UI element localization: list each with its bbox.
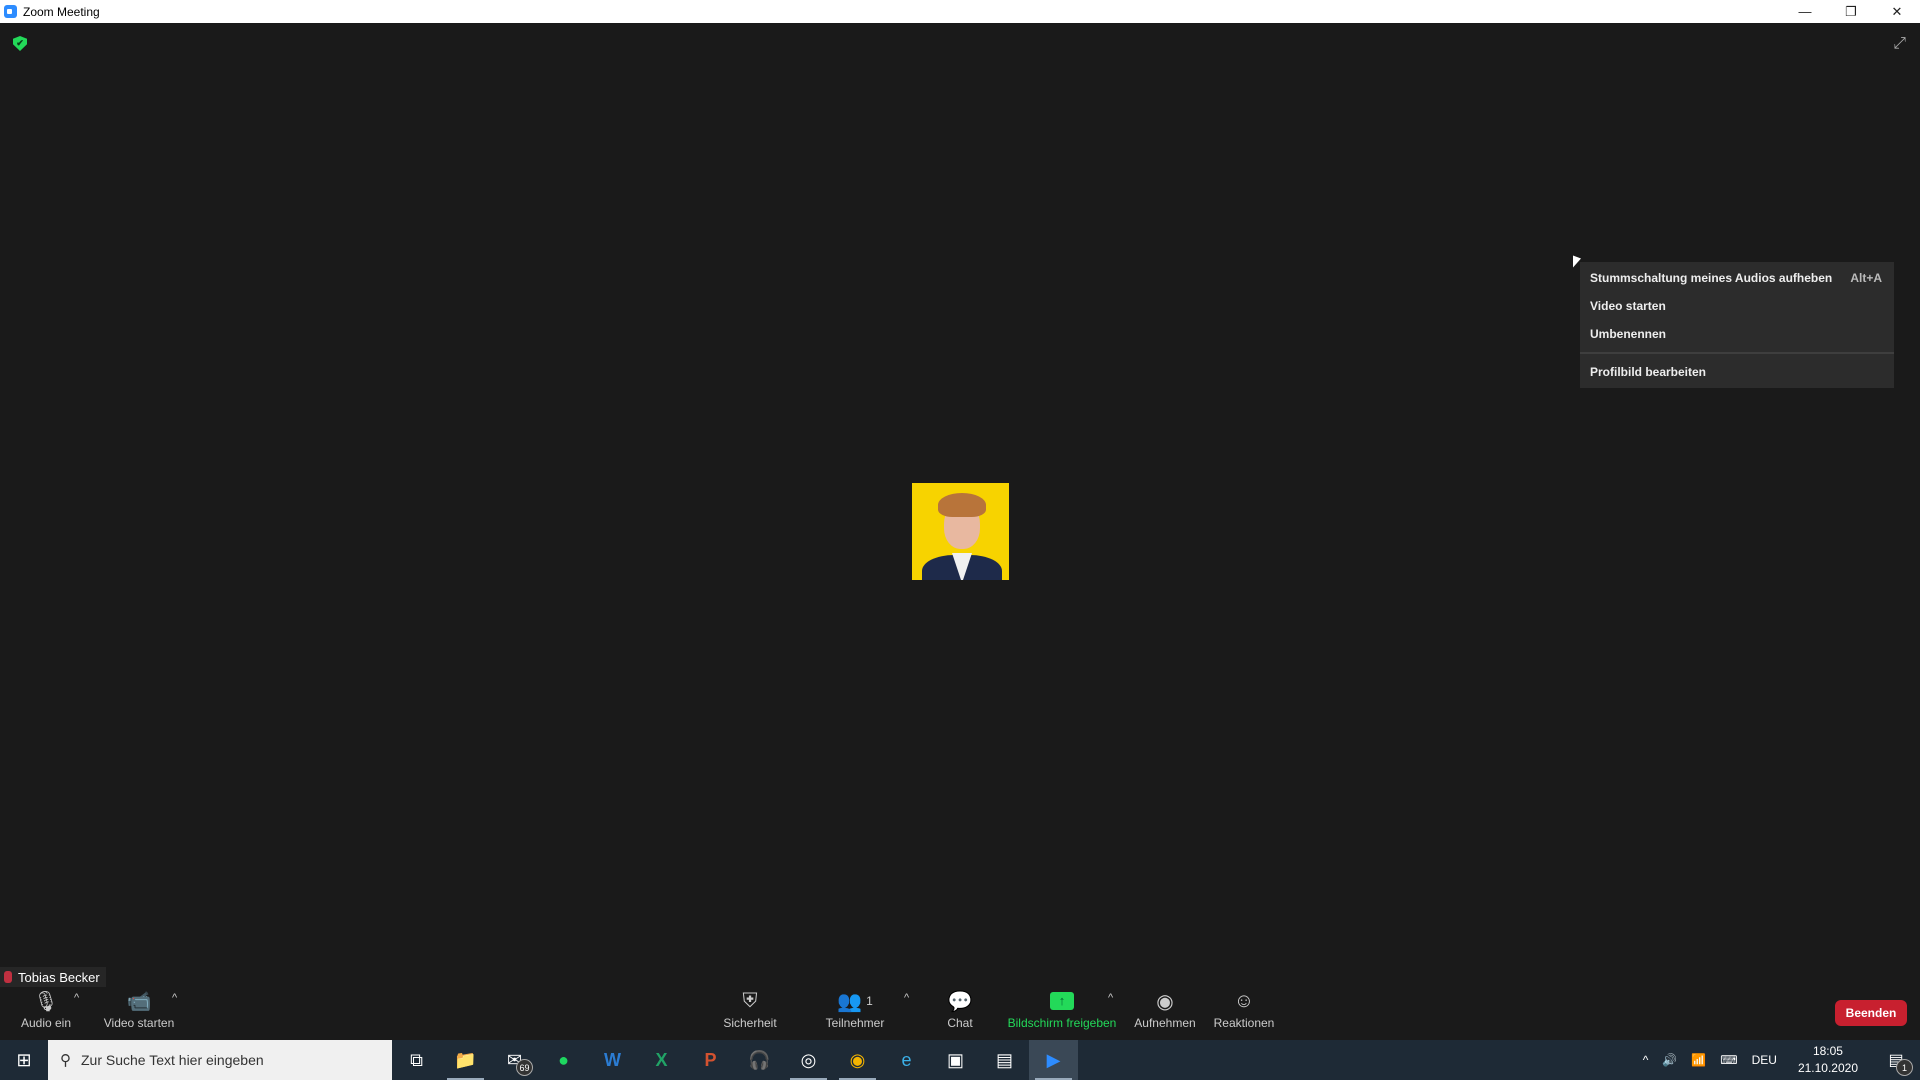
audacity-icon[interactable]: 🎧	[735, 1040, 784, 1080]
menu-item-unmute[interactable]: Stummschaltung meines Audios aufheben Alt…	[1580, 264, 1894, 292]
file-explorer-icon[interactable]: 📁	[441, 1040, 490, 1080]
window-title: Zoom Meeting	[23, 4, 100, 19]
zoom-app-icon	[4, 5, 17, 18]
tray-chevron-icon[interactable]: ^	[1643, 1053, 1649, 1067]
record-button[interactable]: ◉ Aufnehmen	[1130, 988, 1200, 1031]
chrome-icon[interactable]: ◉	[833, 1040, 882, 1080]
profile-picture[interactable]	[912, 483, 1009, 580]
meeting-stage: ✔ ⤢	[0, 23, 1920, 1039]
restore-button[interactable]: ❐	[1828, 0, 1874, 23]
windows-taskbar: ⊞ ⚲ Zur Suche Text hier eingeben ⧉ 📁 ✉ 69 …	[0, 1040, 1920, 1080]
network-icon[interactable]: 📶	[1691, 1053, 1706, 1067]
reactions-button[interactable]: ☺ Reaktionen	[1212, 988, 1276, 1031]
audio-button[interactable]: 🎙 Audio ein	[18, 988, 74, 1031]
excel-icon[interactable]: X	[637, 1040, 686, 1080]
menu-item-rename[interactable]: Umbenennen	[1580, 320, 1894, 348]
video-off-icon: 📹	[126, 990, 152, 1013]
shortcut-label: Alt+A	[1850, 271, 1882, 285]
fullscreen-icon[interactable]: ⤢	[1893, 35, 1906, 53]
task-view-icon[interactable]: ⧉	[392, 1040, 441, 1080]
participant-count: 1	[866, 994, 873, 1008]
menu-divider	[1580, 352, 1894, 354]
video-options-caret[interactable]: ^	[172, 992, 177, 1004]
title-bar: Zoom Meeting — ❐ ✕	[0, 0, 1920, 23]
context-menu: Stummschaltung meines Audios aufheben Alt…	[1580, 262, 1894, 388]
end-meeting-button[interactable]: Beenden	[1835, 1000, 1907, 1026]
system-tray: ^ 🔊 📶 ⌨ DEU 18:05 21.10.2020 ▤ 1	[1636, 1040, 1920, 1080]
security-button[interactable]: ⛨ Sicherheit	[718, 988, 782, 1031]
close-button[interactable]: ✕	[1874, 0, 1920, 23]
record-icon: ◉	[1156, 990, 1174, 1013]
language-indicator[interactable]: DEU	[1752, 1053, 1777, 1067]
chat-button[interactable]: 💬 Chat	[940, 988, 980, 1031]
keyboard-icon[interactable]: ⌨	[1720, 1053, 1737, 1067]
encryption-shield-icon[interactable]: ✔	[13, 36, 27, 51]
menu-item-edit-profile-picture[interactable]: Profilbild bearbeiten	[1580, 358, 1894, 386]
mail-badge: 69	[516, 1059, 533, 1076]
share-arrow-icon: ↑	[1050, 992, 1074, 1010]
edge-icon[interactable]: e	[882, 1040, 931, 1080]
muted-mic-icon	[4, 971, 12, 983]
smiley-plus-icon: ☺	[1233, 989, 1255, 1012]
notifications-icon[interactable]: ▤ 1	[1879, 1040, 1913, 1080]
participants-button[interactable]: 👥 1 Teilnehmer	[820, 988, 890, 1031]
clock[interactable]: 18:05 21.10.2020	[1791, 1043, 1865, 1077]
shield-icon: ⛨	[742, 989, 758, 1012]
share-screen-button[interactable]: ↑ Bildschirm freigeben	[1004, 988, 1120, 1030]
taskbar-search-input[interactable]: ⚲ Zur Suche Text hier eingeben	[48, 1040, 392, 1080]
chat-bubble-icon: 💬	[947, 990, 973, 1013]
spotify-icon[interactable]: ●	[539, 1040, 588, 1080]
obs-icon[interactable]: ◎	[784, 1040, 833, 1080]
muted-microphone-icon: 🎙	[33, 990, 59, 1013]
video-button[interactable]: 📹 Video starten	[102, 988, 176, 1031]
windows-start-icon[interactable]: ⊞	[0, 1040, 48, 1080]
share-options-caret[interactable]: ^	[1108, 992, 1113, 1004]
word-icon[interactable]: W	[588, 1040, 637, 1080]
menu-item-start-video[interactable]: Video starten	[1580, 292, 1894, 320]
search-icon: ⚲	[60, 1052, 71, 1069]
audio-options-caret[interactable]: ^	[74, 992, 79, 1004]
powerpoint-icon[interactable]: P	[686, 1040, 735, 1080]
zoom-taskbar-icon[interactable]: ▶	[1029, 1040, 1078, 1080]
participants-options-caret[interactable]: ^	[904, 992, 909, 1004]
meeting-toolbar: 🎙 Audio ein ^ 📹 Video starten ^ ⛨ Sicherhei…	[0, 988, 1920, 1040]
minimize-button[interactable]: —	[1782, 0, 1828, 23]
participant-name-tag: Tobias Becker	[0, 967, 106, 987]
volume-icon[interactable]: 🔊	[1662, 1053, 1677, 1067]
app-icon[interactable]: ▤	[980, 1040, 1029, 1080]
app-icon[interactable]: ▣	[931, 1040, 980, 1080]
mail-icon[interactable]: ✉ 69	[490, 1040, 539, 1080]
participants-icon: 👥	[837, 990, 863, 1013]
